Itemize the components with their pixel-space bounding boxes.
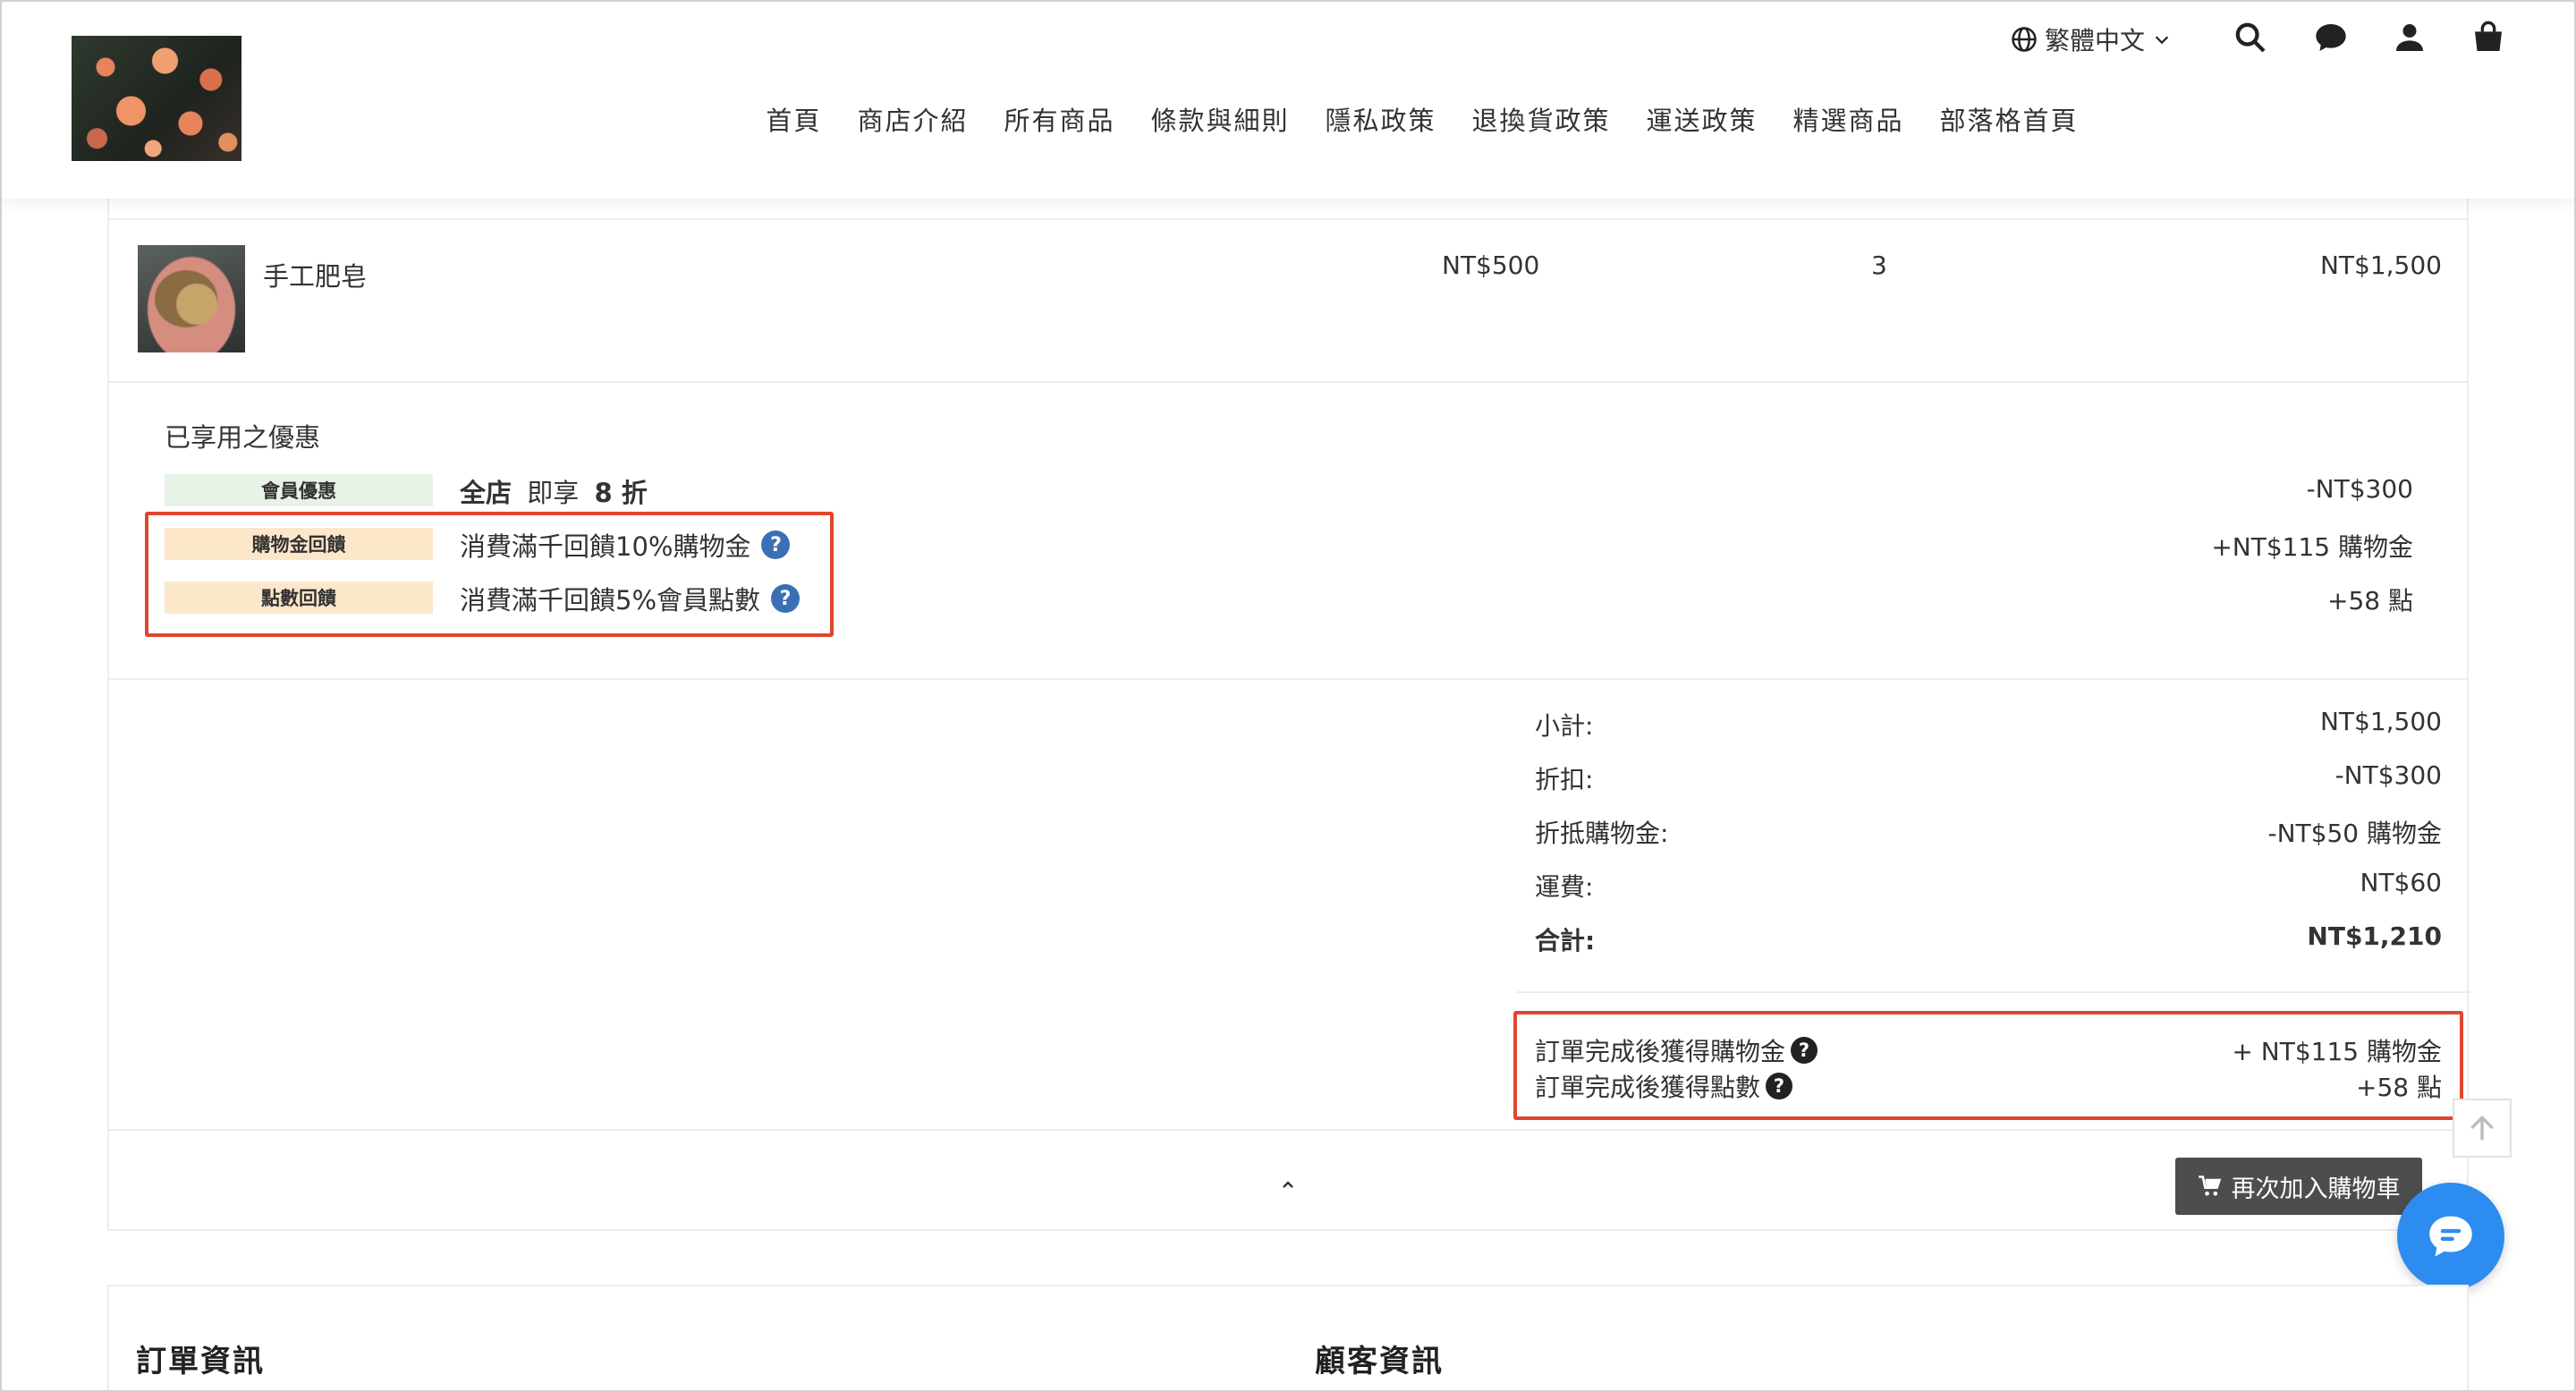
divider — [109, 1129, 2467, 1131]
chat-fab-icon — [2429, 1216, 2472, 1257]
arrow-up-icon — [2470, 1115, 2494, 1141]
divider — [109, 678, 2467, 680]
nav-item-about[interactable]: 商店介紹 — [857, 100, 968, 138]
chat-bubble-icon[interactable] — [2313, 20, 2349, 55]
subtotal-value: NT$1,500 — [2319, 707, 2442, 736]
shipping-label: 運費: — [1535, 872, 1594, 902]
product-quantity: 3 — [1871, 250, 1887, 280]
discount-desc-part: 8 折 — [594, 478, 648, 508]
customer-info-title: 顧客資訊 — [1315, 1344, 1444, 1379]
main-nav: 首頁 商店介紹 所有商品 條款與細則 隱私政策 退換貨政策 運送政策 精選商品 … — [0, 100, 2576, 138]
discount-value: -NT$300 — [2334, 760, 2442, 790]
divider — [109, 381, 2467, 383]
nav-item-returns[interactable]: 退換貨政策 — [1472, 100, 1611, 138]
shipping-value: NT$60 — [2360, 868, 2443, 897]
shopping-bag-icon[interactable] — [2470, 20, 2506, 55]
product-line-total: NT$1,500 — [2319, 250, 2442, 280]
site-header: 繁體中文 首頁 商店介紹 所有商品 條款與細則 隱私政策 退換貨政策 運送政策 … — [0, 0, 2576, 199]
order-details-card: 手工肥皂 NT$500 3 NT$1,500 已享用之優惠 會員優惠 全店 即享… — [107, 199, 2470, 1231]
divider — [109, 218, 2467, 220]
add-to-cart-again-button[interactable]: 再次加入購物車 — [2175, 1158, 2422, 1215]
highlight-box-rewards — [145, 512, 834, 637]
nav-item-featured[interactable]: 精選商品 — [1793, 100, 1904, 138]
language-label: 繁體中文 — [2045, 26, 2146, 55]
total-value: NT$1,210 — [2307, 921, 2442, 951]
highlight-box-earned — [1513, 1011, 2463, 1120]
discount-amount-credit: +NT$115 購物金 — [2211, 532, 2413, 562]
product-name: 手工肥皂 — [263, 261, 368, 292]
chevron-up-icon[interactable] — [1277, 1174, 1299, 1195]
search-icon[interactable] — [2233, 20, 2268, 55]
nav-item-shipping[interactable]: 運送政策 — [1647, 100, 1758, 138]
nav-item-home[interactable]: 首頁 — [766, 100, 821, 138]
nav-item-privacy[interactable]: 隱私政策 — [1325, 100, 1436, 138]
nav-item-blog[interactable]: 部落格首頁 — [1940, 100, 2079, 138]
product-price: NT$500 — [1442, 250, 1540, 280]
order-info-title: 訂單資訊 — [136, 1344, 265, 1379]
discount-label: 折扣: — [1535, 765, 1594, 794]
total-label: 合計: — [1535, 926, 1596, 955]
chevron-down-icon — [2155, 36, 2169, 45]
store-logo[interactable] — [72, 36, 242, 161]
nav-item-terms[interactable]: 條款與細則 — [1150, 100, 1289, 138]
language-selector[interactable]: 繁體中文 — [2011, 21, 2172, 57]
discount-desc-member: 全店 即享 8 折 — [460, 472, 648, 510]
chat-support-button[interactable] — [2397, 1183, 2504, 1290]
scroll-to-top-button[interactable] — [2453, 1099, 2512, 1158]
subtotal-label: 小計: — [1535, 711, 1594, 741]
discount-tag-member: 會員優惠 — [165, 474, 433, 506]
discount-amount-points: +58 點 — [2327, 586, 2413, 615]
divider — [1517, 991, 2470, 993]
user-icon[interactable] — [2392, 20, 2428, 55]
info-card: 訂單資訊 顧客資訊 — [107, 1285, 2469, 1392]
product-image — [138, 245, 245, 352]
discount-desc-part: 即享 — [519, 478, 588, 508]
credit-used-value: -NT$50 購物金 — [2267, 819, 2443, 848]
cart-icon — [2198, 1176, 2221, 1196]
credit-used-label: 折抵購物金: — [1535, 819, 1669, 848]
discount-amount-member: -NT$300 — [2306, 474, 2413, 504]
nav-item-all-products[interactable]: 所有商品 — [1004, 100, 1114, 138]
applied-discounts-title: 已享用之優惠 — [165, 422, 321, 453]
add-to-cart-again-label: 再次加入購物車 — [2231, 1175, 2401, 1203]
globe-icon — [2012, 27, 2037, 52]
discount-desc-part: 全店 — [460, 478, 513, 508]
